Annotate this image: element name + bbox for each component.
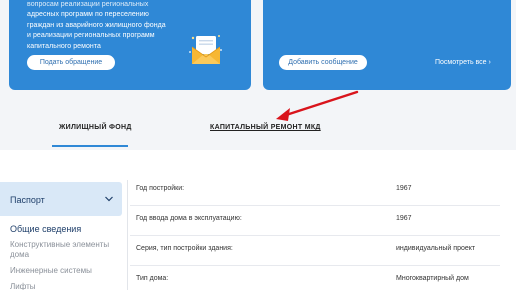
tab-housing-fund[interactable]: ЖИЛИЩНЫЙ ФОНД: [59, 124, 132, 131]
detail-row-commissioning-year: Год ввода дома в эксплуатацию: 1967: [130, 215, 500, 242]
appeal-card: вопросам реализации региональных адресны…: [9, 0, 251, 90]
submit-appeal-button[interactable]: Подать обращение: [27, 55, 115, 70]
row-divider: [130, 265, 500, 266]
detail-label: Год ввода дома в эксплуатацию:: [136, 215, 242, 222]
detail-label: Год постройки:: [136, 185, 185, 192]
detail-label: Тип дома:: [136, 275, 169, 282]
detail-value: 1967: [396, 215, 412, 222]
detail-value: Многоквартирный дом: [396, 275, 469, 282]
messages-card: Добавить сообщение Посмотреть все ›: [263, 0, 511, 90]
active-tab-indicator: [52, 145, 128, 147]
add-message-button[interactable]: Добавить сообщение: [279, 55, 367, 70]
detail-row-build-year: Год постройки: 1967: [130, 185, 500, 212]
passport-toggle[interactable]: Паспорт: [0, 182, 122, 216]
passport-label: Паспорт: [10, 195, 45, 205]
detail-value: 1967: [396, 185, 412, 192]
content-divider: [127, 180, 128, 290]
appeal-text-line-1: вопросам реализации региональных: [27, 1, 149, 8]
tab-capital-repair[interactable]: КАПИТАЛЬНЫЙ РЕМОНТ МКД: [210, 124, 321, 131]
house-tabs: ЖИЛИЩНЫЙ ФОНД КАПИТАЛЬНЫЙ РЕМОНТ МКД: [0, 112, 516, 148]
row-divider: [130, 235, 500, 236]
sidebar-item-general[interactable]: Общие сведения: [10, 224, 120, 234]
detail-row-building-series: Серия, тип постройки здания: индивидуаль…: [130, 245, 500, 272]
appeal-card-text: вопросам реализации региональных адресны…: [27, 0, 177, 52]
sidebar-item-engineering-systems[interactable]: Инженерные системы: [10, 266, 120, 276]
detail-value: индивидуальный проект: [396, 245, 476, 252]
appeal-text-line-5: капитального ремонта: [27, 42, 101, 50]
detail-label: Серия, тип постройки здания:: [136, 245, 233, 252]
sidebar-item-elevators[interactable]: Лифты: [10, 282, 120, 290]
appeal-text-line-2: адресных программ по переселению: [27, 11, 149, 19]
chevron-down-icon: [105, 196, 113, 202]
envelope-icon: [189, 35, 222, 64]
sidebar-item-structural-elements[interactable]: Конструктивные элементы дома: [10, 240, 120, 260]
row-divider: [130, 205, 500, 206]
appeal-text-line-3: граждан из аварийного жилищного фонда: [27, 21, 166, 29]
see-all-link[interactable]: Посмотреть все ›: [435, 58, 491, 67]
appeal-text-line-4: и реализации региональных программ: [27, 32, 155, 40]
detail-row-house-type: Тип дома: Многоквартирный дом: [130, 275, 500, 290]
